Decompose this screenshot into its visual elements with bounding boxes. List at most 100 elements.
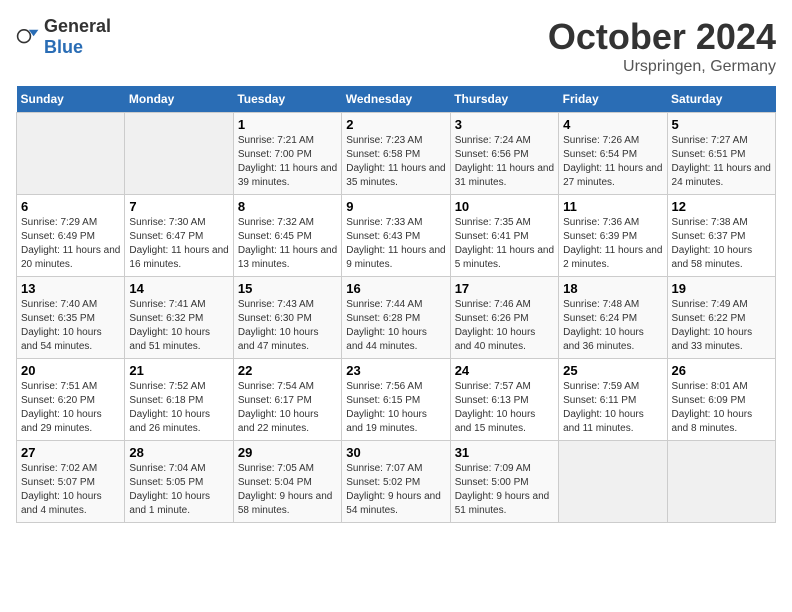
day-number: 21 xyxy=(129,363,228,378)
calendar-cell: 23 Sunrise: 7:56 AMSunset: 6:15 PMDayligh… xyxy=(342,359,450,441)
day-number: 3 xyxy=(455,117,554,132)
day-number: 6 xyxy=(21,199,120,214)
day-number: 10 xyxy=(455,199,554,214)
day-number: 28 xyxy=(129,445,228,460)
day-info: Sunrise: 7:38 AMSunset: 6:37 PMDaylight:… xyxy=(672,216,771,272)
calendar-cell: 24 Sunrise: 7:57 AMSunset: 6:13 PMDayligh… xyxy=(450,359,558,441)
calendar-cell: 18 Sunrise: 7:48 AMSunset: 6:24 PMDayligh… xyxy=(559,277,667,359)
calendar-cell: 29Sunrise: 7:05 AMSunset: 5:04 PMDayligh… xyxy=(233,441,341,523)
day-number: 29 xyxy=(238,445,337,460)
day-number: 9 xyxy=(346,199,445,214)
calendar-week-row: 6Sunrise: 7:29 AMSunset: 6:49 PMDaylight… xyxy=(17,195,776,277)
location-subtitle: Urspringen, Germany xyxy=(548,58,776,76)
day-number: 1 xyxy=(238,117,337,132)
day-info: Sunrise: 7:32 AMSunset: 6:45 PMDaylight:… xyxy=(238,216,337,272)
calendar-cell: 1 Sunrise: 7:21 AMSunset: 7:00 PMDaylight… xyxy=(233,113,341,195)
day-number: 27 xyxy=(21,445,120,460)
day-number: 24 xyxy=(455,363,554,378)
day-info: Sunrise: 7:57 AMSunset: 6:13 PMDaylight:… xyxy=(455,380,554,436)
day-number: 15 xyxy=(238,281,337,296)
day-info: Sunrise: 7:33 AMSunset: 6:43 PMDaylight:… xyxy=(346,216,445,272)
calendar-cell: 9 Sunrise: 7:33 AMSunset: 6:43 PMDaylight… xyxy=(342,195,450,277)
calendar-cell xyxy=(559,441,667,523)
day-info: Sunrise: 7:40 AMSunset: 6:35 PMDaylight:… xyxy=(21,298,120,354)
day-info: Sunrise: 7:02 AMSunset: 5:07 PMDaylight:… xyxy=(21,462,120,518)
calendar-cell: 25Sunrise: 7:59 AMSunset: 6:11 PMDayligh… xyxy=(559,359,667,441)
day-number: 18 xyxy=(563,281,662,296)
logo: General Blue xyxy=(16,16,111,58)
calendar-cell: 26 Sunrise: 8:01 AMSunset: 6:09 PMDayligh… xyxy=(667,359,775,441)
day-info: Sunrise: 7:04 AMSunset: 5:05 PMDaylight:… xyxy=(129,462,228,518)
calendar-cell: 22 Sunrise: 7:54 AMSunset: 6:17 PMDayligh… xyxy=(233,359,341,441)
day-number: 13 xyxy=(21,281,120,296)
logo-blue: Blue xyxy=(44,37,83,57)
logo-icon xyxy=(16,25,40,49)
calendar-cell xyxy=(125,113,233,195)
day-info: Sunrise: 7:44 AMSunset: 6:28 PMDaylight:… xyxy=(346,298,445,354)
day-info: Sunrise: 7:52 AMSunset: 6:18 PMDaylight:… xyxy=(129,380,228,436)
day-info: Sunrise: 7:23 AMSunset: 6:58 PMDaylight:… xyxy=(346,134,445,190)
calendar-cell: 5Sunrise: 7:27 AMSunset: 6:51 PMDaylight… xyxy=(667,113,775,195)
logo-general: General xyxy=(44,16,111,36)
title-section: October 2024 Urspringen, Germany xyxy=(548,16,776,76)
weekday-header-saturday: Saturday xyxy=(667,86,775,113)
weekday-header-wednesday: Wednesday xyxy=(342,86,450,113)
page-header: General Blue October 2024 Urspringen, Ge… xyxy=(16,16,776,76)
day-info: Sunrise: 7:43 AMSunset: 6:30 PMDaylight:… xyxy=(238,298,337,354)
day-info: Sunrise: 7:54 AMSunset: 6:17 PMDaylight:… xyxy=(238,380,337,436)
weekday-header-sunday: Sunday xyxy=(17,86,125,113)
calendar-cell: 20Sunrise: 7:51 AMSunset: 6:20 PMDayligh… xyxy=(17,359,125,441)
day-number: 7 xyxy=(129,199,228,214)
calendar-cell: 6Sunrise: 7:29 AMSunset: 6:49 PMDaylight… xyxy=(17,195,125,277)
calendar-cell: 2Sunrise: 7:23 AMSunset: 6:58 PMDaylight… xyxy=(342,113,450,195)
weekday-header-friday: Friday xyxy=(559,86,667,113)
day-number: 22 xyxy=(238,363,337,378)
calendar-week-row: 27 Sunrise: 7:02 AMSunset: 5:07 PMDayligh… xyxy=(17,441,776,523)
calendar-cell: 27 Sunrise: 7:02 AMSunset: 5:07 PMDayligh… xyxy=(17,441,125,523)
logo-text: General Blue xyxy=(44,16,111,58)
calendar-cell: 16 Sunrise: 7:44 AMSunset: 6:28 PMDayligh… xyxy=(342,277,450,359)
calendar-week-row: 1 Sunrise: 7:21 AMSunset: 7:00 PMDaylight… xyxy=(17,113,776,195)
calendar-cell xyxy=(17,113,125,195)
day-number: 4 xyxy=(563,117,662,132)
calendar-cell: 31 Sunrise: 7:09 AMSunset: 5:00 PMDayligh… xyxy=(450,441,558,523)
calendar-table: SundayMondayTuesdayWednesdayThursdayFrid… xyxy=(16,86,776,523)
weekday-header-tuesday: Tuesday xyxy=(233,86,341,113)
day-number: 8 xyxy=(238,199,337,214)
day-info: Sunrise: 7:21 AMSunset: 7:00 PMDaylight:… xyxy=(238,134,337,190)
day-number: 16 xyxy=(346,281,445,296)
month-year-title: October 2024 xyxy=(548,16,776,58)
calendar-cell: 10Sunrise: 7:35 AMSunset: 6:41 PMDayligh… xyxy=(450,195,558,277)
calendar-cell: 11Sunrise: 7:36 AMSunset: 6:39 PMDayligh… xyxy=(559,195,667,277)
day-number: 31 xyxy=(455,445,554,460)
day-info: Sunrise: 7:46 AMSunset: 6:26 PMDaylight:… xyxy=(455,298,554,354)
calendar-cell: 21 Sunrise: 7:52 AMSunset: 6:18 PMDayligh… xyxy=(125,359,233,441)
calendar-cell: 7Sunrise: 7:30 AMSunset: 6:47 PMDaylight… xyxy=(125,195,233,277)
day-number: 30 xyxy=(346,445,445,460)
calendar-cell: 4 Sunrise: 7:26 AMSunset: 6:54 PMDaylight… xyxy=(559,113,667,195)
calendar-week-row: 20Sunrise: 7:51 AMSunset: 6:20 PMDayligh… xyxy=(17,359,776,441)
day-number: 20 xyxy=(21,363,120,378)
day-info: Sunrise: 8:01 AMSunset: 6:09 PMDaylight:… xyxy=(672,380,771,436)
day-info: Sunrise: 7:49 AMSunset: 6:22 PMDaylight:… xyxy=(672,298,771,354)
day-info: Sunrise: 7:07 AMSunset: 5:02 PMDaylight:… xyxy=(346,462,445,518)
day-info: Sunrise: 7:24 AMSunset: 6:56 PMDaylight:… xyxy=(455,134,554,190)
day-info: Sunrise: 7:09 AMSunset: 5:00 PMDaylight:… xyxy=(455,462,554,518)
calendar-cell: 17Sunrise: 7:46 AMSunset: 6:26 PMDayligh… xyxy=(450,277,558,359)
day-number: 12 xyxy=(672,199,771,214)
day-info: Sunrise: 7:56 AMSunset: 6:15 PMDaylight:… xyxy=(346,380,445,436)
day-number: 26 xyxy=(672,363,771,378)
day-info: Sunrise: 7:48 AMSunset: 6:24 PMDaylight:… xyxy=(563,298,662,354)
calendar-cell: 13 Sunrise: 7:40 AMSunset: 6:35 PMDayligh… xyxy=(17,277,125,359)
day-info: Sunrise: 7:26 AMSunset: 6:54 PMDaylight:… xyxy=(563,134,662,190)
day-number: 19 xyxy=(672,281,771,296)
day-number: 23 xyxy=(346,363,445,378)
weekday-header-row: SundayMondayTuesdayWednesdayThursdayFrid… xyxy=(17,86,776,113)
day-number: 25 xyxy=(563,363,662,378)
calendar-week-row: 13 Sunrise: 7:40 AMSunset: 6:35 PMDayligh… xyxy=(17,277,776,359)
calendar-cell: 30 Sunrise: 7:07 AMSunset: 5:02 PMDayligh… xyxy=(342,441,450,523)
calendar-cell: 8 Sunrise: 7:32 AMSunset: 6:45 PMDaylight… xyxy=(233,195,341,277)
day-info: Sunrise: 7:36 AMSunset: 6:39 PMDaylight:… xyxy=(563,216,662,272)
calendar-cell: 19 Sunrise: 7:49 AMSunset: 6:22 PMDayligh… xyxy=(667,277,775,359)
calendar-cell: 28 Sunrise: 7:04 AMSunset: 5:05 PMDayligh… xyxy=(125,441,233,523)
